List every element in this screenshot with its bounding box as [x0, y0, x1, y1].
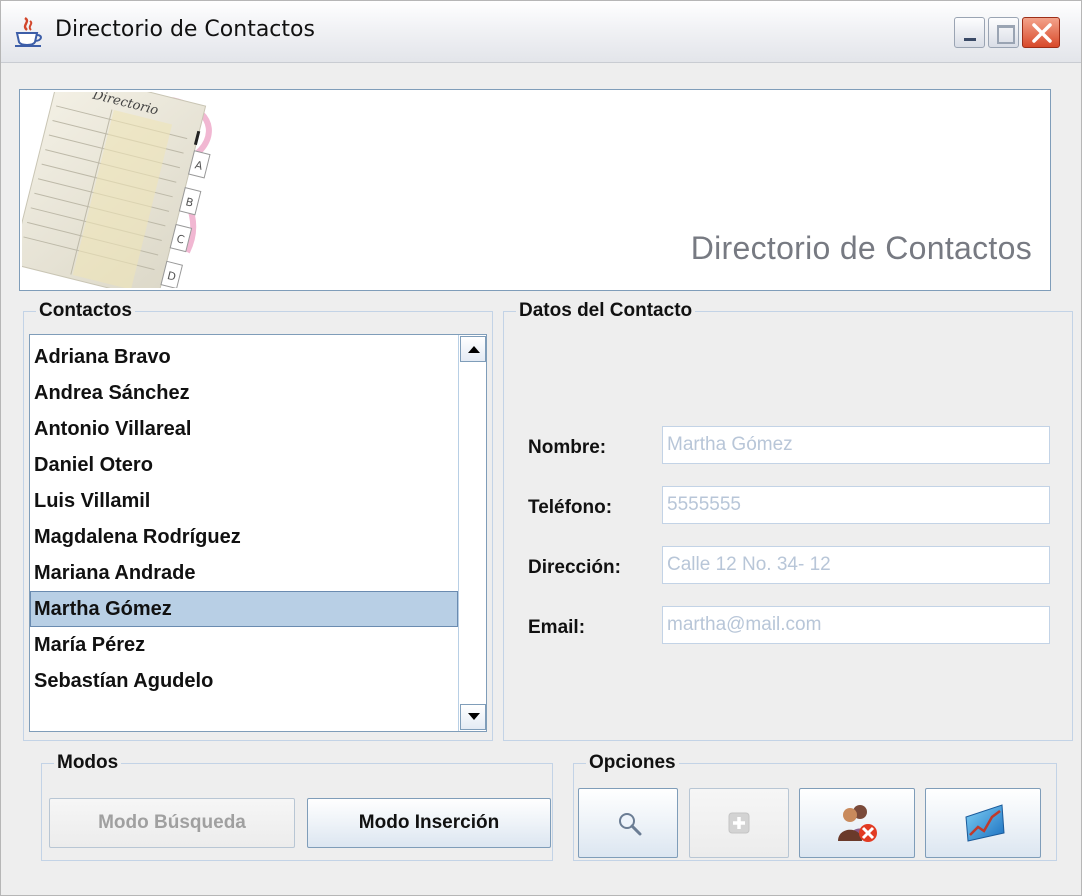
arrow-up-icon [468, 346, 480, 353]
address-label: Dirección: [528, 557, 621, 578]
list-item[interactable]: María Pérez [30, 627, 458, 663]
search-mode-button[interactable]: Modo Búsqueda [49, 798, 295, 848]
modes-panel-title: Modos [54, 753, 122, 773]
list-item[interactable]: Daniel Otero [30, 447, 458, 483]
search-button[interactable] [578, 788, 678, 858]
contacts-list[interactable]: Adriana Bravo Andrea Sánchez Antonio Villa… [29, 334, 487, 732]
close-icon [1032, 23, 1052, 43]
search-icon [619, 813, 642, 836]
phone-label: Teléfono: [528, 497, 613, 518]
contacts-list-items: Adriana Bravo Andrea Sánchez Antonio Villa… [30, 339, 458, 699]
chart-icon [965, 804, 1005, 842]
list-item[interactable]: Adriana Bravo [30, 339, 458, 375]
options-panel-title: Opciones [586, 753, 679, 773]
app-window: Directorio de Contactos Directorio A B C… [0, 0, 1082, 896]
address-field[interactable]: Calle 12 No. 34- 12 [662, 546, 1050, 584]
header-banner: Directorio A B C D Directorio de Contact… [19, 89, 1051, 291]
scroll-up-button[interactable] [460, 336, 486, 362]
name-field[interactable]: Martha Gómez [662, 426, 1050, 464]
list-item[interactable]: Luis Villamil [30, 483, 458, 519]
list-item[interactable]: Sebastían Agudelo [30, 663, 458, 699]
java-icon [15, 17, 42, 47]
window-title: Directorio de Contactos [55, 17, 315, 42]
add-contact-button[interactable] [689, 788, 789, 858]
email-field[interactable]: martha@mail.com [662, 606, 1050, 644]
maximize-button[interactable] [988, 17, 1019, 48]
directory-book-icon: Directorio A B C D [22, 92, 212, 288]
list-item[interactable]: Magdalena Rodríguez [30, 519, 458, 555]
arrow-down-icon [468, 713, 480, 720]
chart-button[interactable] [925, 788, 1041, 858]
minimize-button[interactable] [954, 17, 985, 48]
contact-details-panel: Datos del Contacto Nombre: Martha Gómez … [503, 301, 1073, 741]
title-bar[interactable]: Directorio de Contactos [1, 1, 1081, 63]
contacts-panel-title: Contactos [36, 301, 135, 321]
email-label: Email: [528, 617, 586, 638]
contacts-panel: Contactos Adriana Bravo Andrea Sánchez Ant… [23, 301, 493, 741]
close-button[interactable] [1022, 17, 1060, 48]
delete-contact-icon [838, 805, 877, 842]
list-item[interactable]: Andrea Sánchez [30, 375, 458, 411]
add-icon [728, 812, 750, 834]
contact-details-title: Datos del Contacto [516, 301, 696, 321]
banner-title: Directorio de Contactos [690, 230, 1032, 266]
phone-field[interactable]: 5555555 [662, 486, 1050, 524]
name-label: Nombre: [528, 437, 607, 458]
list-item[interactable]: Martha Gómez [30, 591, 458, 627]
modes-panel: Modos Modo Búsqueda Modo Inserción [41, 753, 553, 861]
list-item[interactable]: Antonio Villareal [30, 411, 458, 447]
options-panel: Opciones [573, 753, 1057, 861]
list-item[interactable]: Mariana Andrade [30, 555, 458, 591]
delete-contact-button[interactable] [799, 788, 915, 858]
insert-mode-button[interactable]: Modo Inserción [307, 798, 551, 848]
scroll-down-button[interactable] [460, 704, 486, 730]
contacts-scrollbar[interactable] [458, 335, 486, 731]
